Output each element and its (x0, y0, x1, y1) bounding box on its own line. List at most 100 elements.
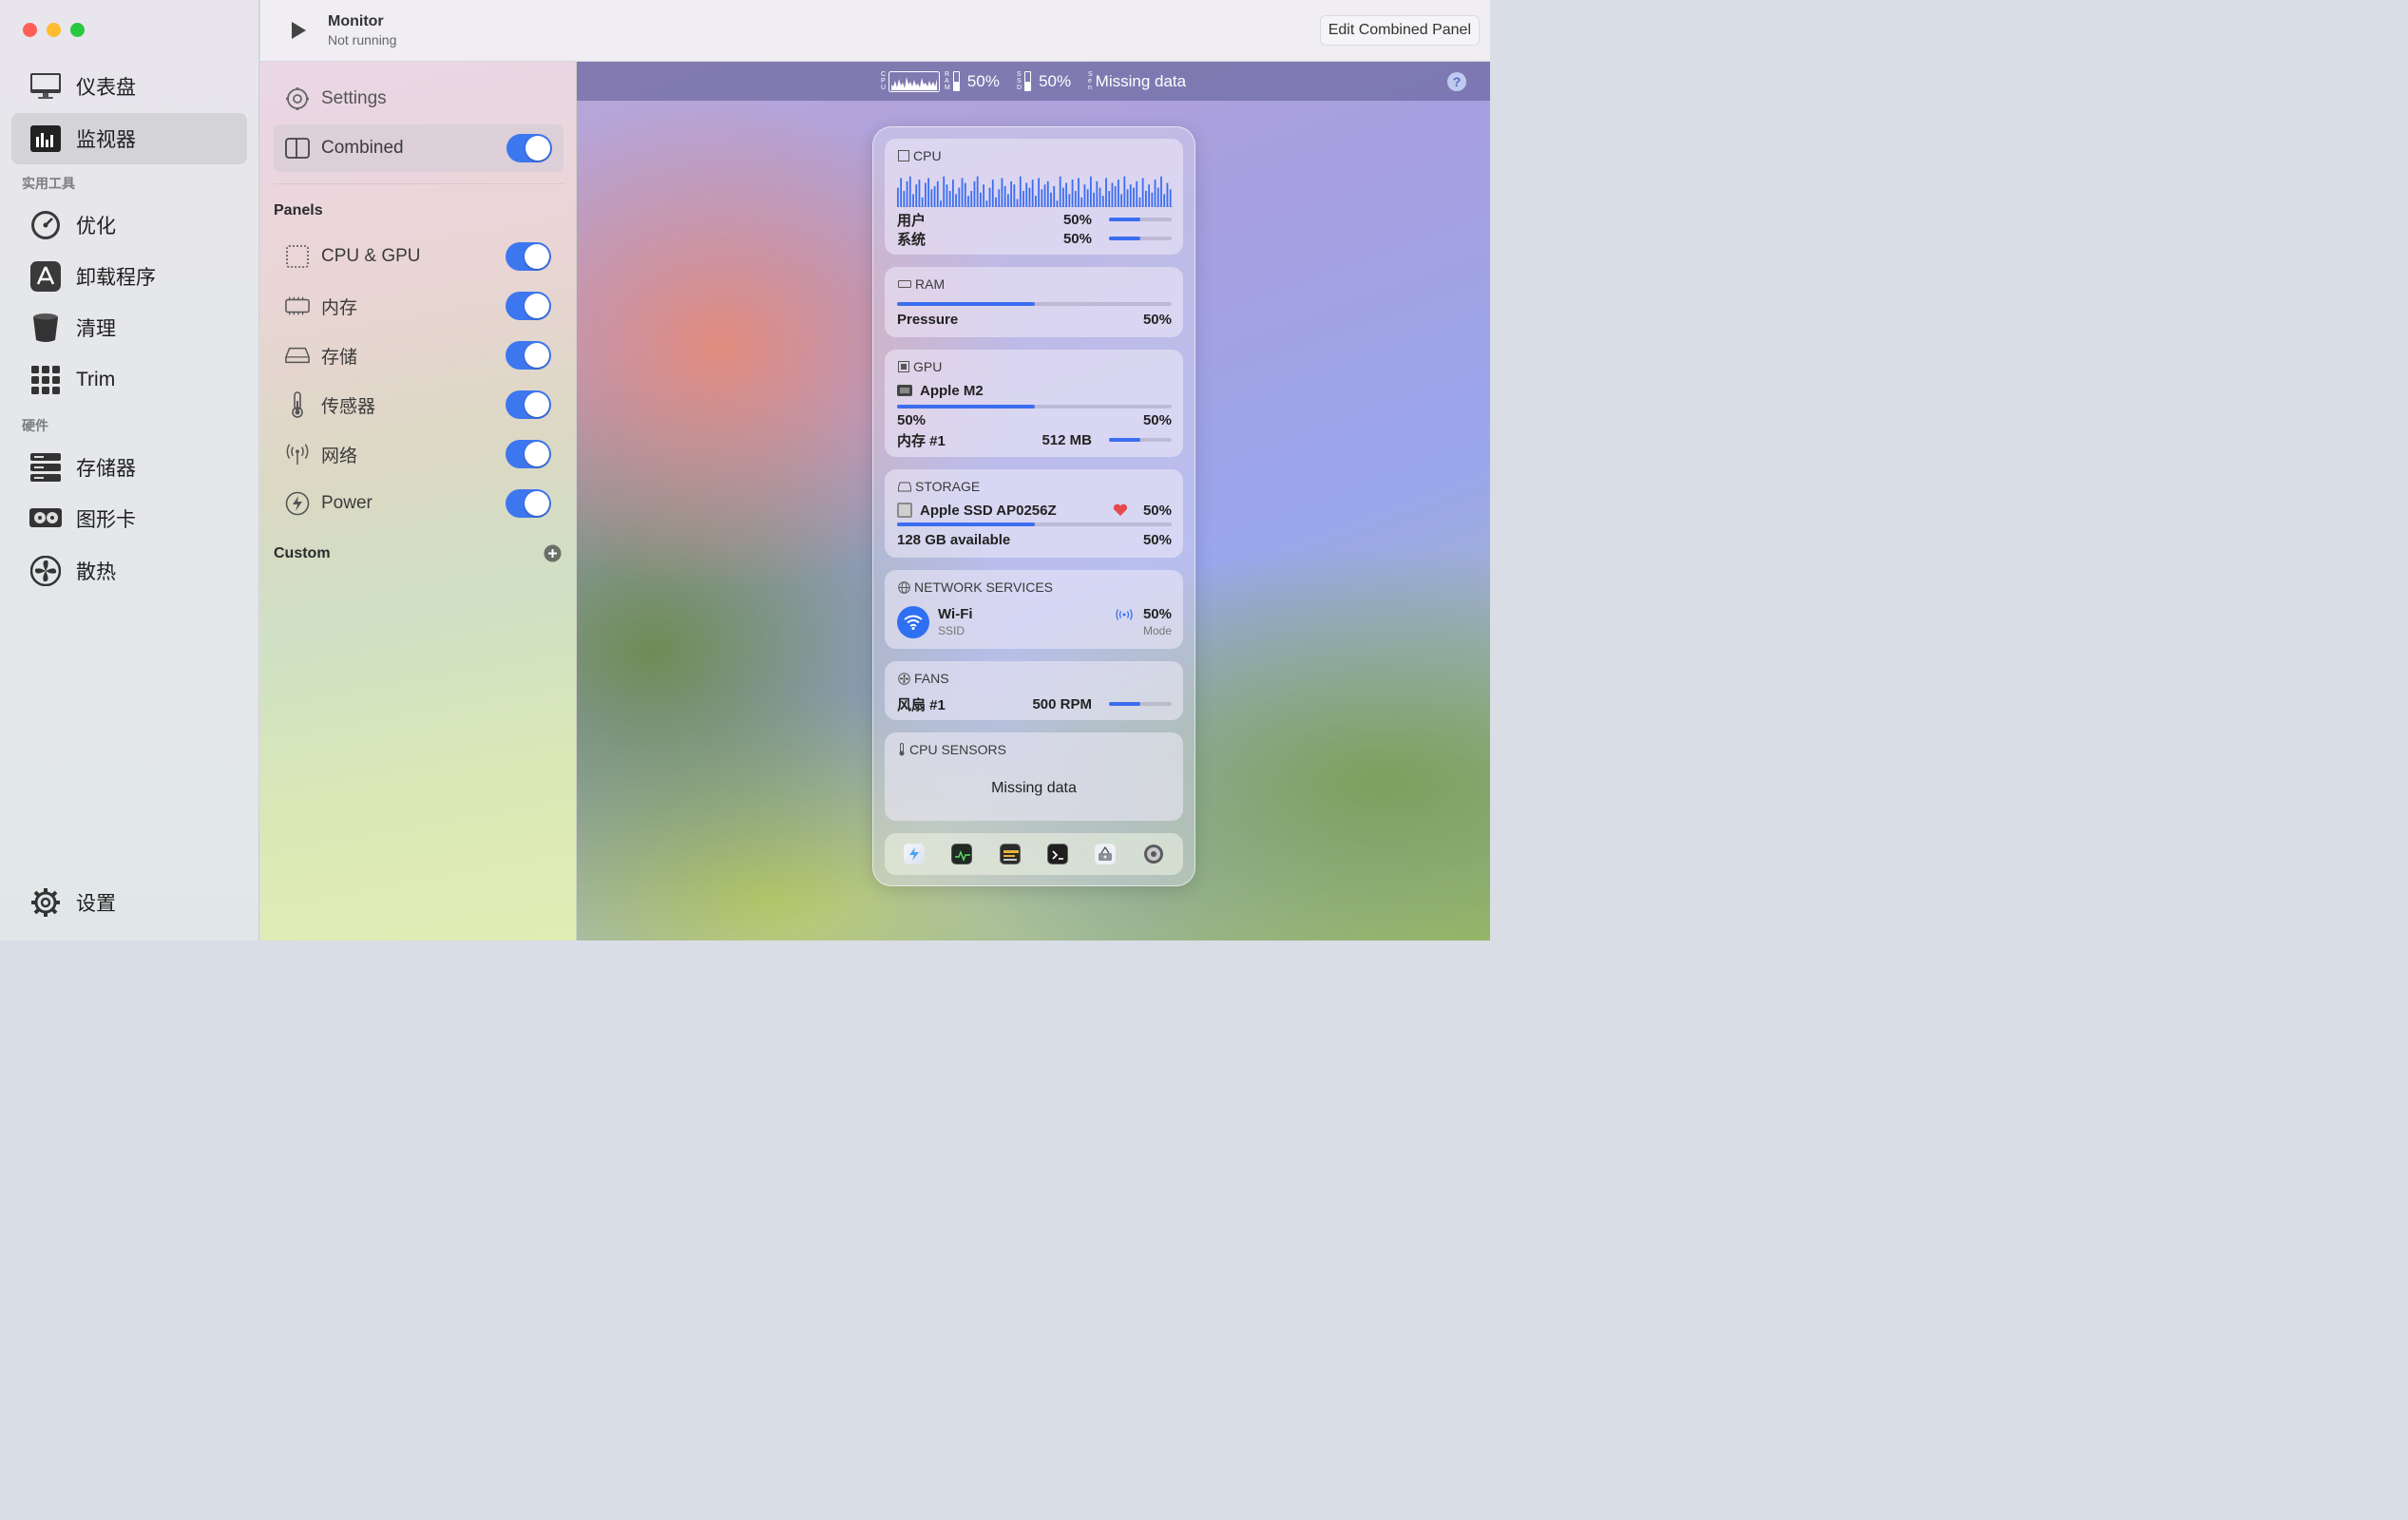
panel-toggle[interactable] (506, 440, 551, 468)
storage-name-row: Apple SSD AP0256Z 50% (897, 502, 1172, 519)
network-ssid: SSID (938, 624, 965, 637)
cpu-history-bar (983, 184, 984, 207)
cpu-card: CPU 用户 50% 系统 50% (885, 139, 1183, 255)
panel-label: 传感器 (321, 396, 376, 417)
cpu-card-title: CPU (913, 148, 942, 163)
sidebar-item-cooling[interactable]: 散热 (11, 545, 247, 597)
thermometer-icon (899, 743, 905, 756)
cpu-history-bar (1035, 196, 1037, 207)
cpu-history-bar (1096, 180, 1099, 207)
panel-row-sensors[interactable]: 传感器 (285, 383, 563, 427)
panel-toggle[interactable] (506, 390, 551, 419)
menubar-ssd-item[interactable]: SSD 50% (1017, 62, 1071, 101)
menubar-ram-label: RAM (945, 71, 950, 91)
section-heading-utilities: 实用工具 (22, 176, 75, 191)
panels-heading: Panels (274, 202, 323, 218)
power-app-icon[interactable] (904, 844, 926, 864)
panel-toggle[interactable] (506, 341, 551, 370)
cpu-history-chart (897, 176, 1173, 207)
sidebar-item-label: 监视器 (76, 129, 136, 151)
cpu-history-bar (1016, 199, 1019, 207)
panel-row-cpu-gpu[interactable]: CPU & GPU (285, 235, 563, 278)
sidebar-item-uninstaller[interactable]: 卸载程序 (11, 251, 247, 302)
console-icon[interactable] (999, 844, 1021, 864)
cpu-history-bar (1108, 191, 1111, 207)
menubar-cpu-item[interactable]: CPU (881, 62, 941, 101)
sidebar-item-graphics[interactable]: 图形卡 (11, 493, 247, 544)
cpu-card-header: CPU (898, 148, 942, 163)
cpu-history-bar (991, 180, 994, 207)
panel-toggle[interactable] (506, 292, 551, 320)
zoom-window-button[interactable] (70, 23, 85, 37)
cpu-history-bar (1041, 189, 1043, 207)
panel-label: CPU & GPU (321, 246, 421, 266)
terminal-icon[interactable] (1047, 844, 1069, 864)
globe-icon (898, 580, 910, 594)
network-value: 50% (1142, 605, 1172, 622)
menubar-ram-item[interactable]: RAM 50% (945, 62, 1000, 101)
edit-combined-panel-button[interactable]: Edit Combined Panel (1319, 15, 1480, 46)
cpu-history-bar (1010, 180, 1012, 207)
cpu-history-bar (1080, 197, 1083, 207)
sidebar-item-dashboard[interactable]: 仪表盘 (11, 61, 247, 112)
sidebar-item-label: 卸载程序 (76, 267, 156, 289)
cpu-history-bar (995, 197, 997, 207)
panel-row-power[interactable]: Power (285, 482, 563, 525)
cpu-system-value: 50% (1062, 230, 1092, 247)
minimize-window-button[interactable] (47, 23, 61, 37)
sidebar-item-monitor[interactable]: 监视器 (11, 113, 247, 164)
settings-label: Settings (321, 88, 387, 108)
settings-row[interactable]: Settings (285, 77, 563, 121)
storage-card-title: STORAGE (915, 479, 981, 494)
cpu-history-bar (1129, 184, 1132, 207)
fan-speed-bar (1109, 702, 1172, 706)
cpu-history-bar (958, 187, 961, 207)
combined-row[interactable]: Combined (274, 124, 564, 172)
panel-toggle[interactable] (506, 489, 551, 518)
cpu-history-bar (952, 180, 954, 207)
sidebar-item-trim[interactable]: Trim (11, 354, 247, 406)
help-button[interactable]: ? (1447, 72, 1466, 91)
disk-utility-icon[interactable] (1095, 844, 1117, 864)
cpu-sensors-title: CPU SENSORS (909, 742, 1006, 757)
cpu-history-bar (1166, 182, 1169, 207)
sidebar-item-label: 清理 (76, 318, 116, 340)
monitor-settings-pane: Settings Combined Panels CPU & GPU 内存 存储 (260, 62, 577, 940)
sidebar-item-label: 优化 (76, 216, 116, 238)
sidebar-item-label: Trim (76, 369, 116, 390)
menubar-sensors-item[interactable]: Sen Missing data (1088, 62, 1186, 101)
panel-row-network[interactable]: 网络 (285, 432, 563, 476)
chip-icon (285, 244, 310, 269)
panel-toggle[interactable] (506, 242, 551, 271)
combined-toggle[interactable] (506, 134, 552, 162)
cpu-history-bar (948, 191, 951, 207)
fan-icon (29, 554, 63, 588)
panel-label: Power (321, 493, 373, 513)
sidebar-item-clean[interactable]: 清理 (11, 302, 247, 353)
close-window-button[interactable] (23, 23, 37, 37)
storage-usage-bar (897, 522, 1172, 526)
cpu-system-bar (1109, 237, 1172, 240)
ram-card-title: RAM (915, 276, 946, 292)
fans-card-header: FANS (898, 671, 949, 686)
cpu-history-bar (921, 197, 924, 207)
gear-icon (285, 86, 310, 111)
play-icon[interactable] (289, 21, 308, 45)
panel-row-memory[interactable]: 内存 (285, 284, 563, 328)
cpu-history-bar (1053, 185, 1056, 207)
add-custom-icon[interactable] (544, 544, 562, 567)
system-info-icon[interactable] (1143, 844, 1164, 864)
ram-pressure-bar (897, 302, 1172, 306)
menubar-ssd-value: 50% (1039, 71, 1072, 90)
panel-row-storage[interactable]: 存储 (285, 333, 563, 377)
storage-name: Apple SSD AP0256Z (920, 502, 1057, 519)
sidebar-item-settings[interactable]: 设置 (11, 877, 247, 928)
cpu-history-bar (988, 187, 991, 207)
sidebar-item-storage[interactable]: 存储器 (11, 442, 247, 493)
cpu-history-bar (973, 180, 976, 207)
cpu-history-bar (1025, 182, 1028, 207)
panel-label: 网络 (321, 446, 358, 466)
monitor-icon (29, 69, 63, 104)
sidebar-item-optimize[interactable]: 优化 (11, 200, 247, 251)
activity-monitor-icon[interactable] (951, 844, 973, 864)
